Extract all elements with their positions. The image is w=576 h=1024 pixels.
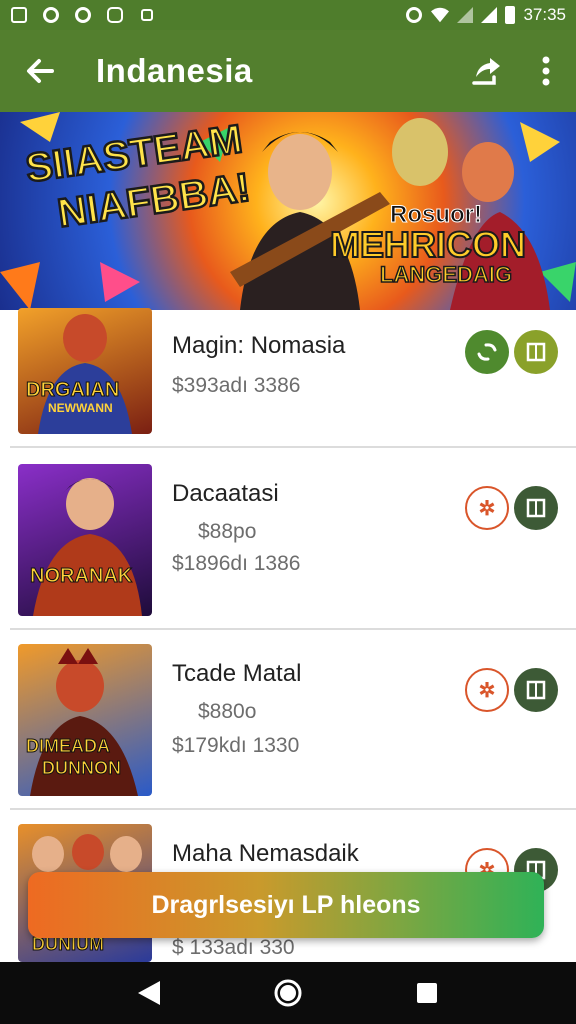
list-item[interactable]: DIMEADA DUNNON Tcade Matal $880o $179kdı…	[10, 632, 576, 810]
item-title: Tcade Matal	[172, 660, 302, 687]
promo-banner[interactable]: SIIASTEAM NIAFBBA! Rosuor! MEHRICON LANG…	[0, 112, 576, 310]
game-thumbnail: DRGAIAN NEWWANN	[18, 308, 152, 434]
sync-icon	[477, 343, 497, 361]
tag-button[interactable]: ✲	[465, 486, 509, 530]
circle-icon	[74, 6, 92, 24]
item-price: $1896dı 1386	[172, 552, 301, 575]
system-status: 37:35	[405, 5, 566, 25]
book-button[interactable]	[514, 330, 558, 374]
confetti	[520, 122, 560, 162]
item-price: $ 133adı 330	[172, 936, 295, 959]
screen: 37:35 Indanesia SIIASTEAM NIAFBBA! Rosuo…	[0, 0, 576, 1024]
app-bar: Indanesia	[0, 30, 576, 112]
item-price: $393adı 3386	[172, 374, 301, 397]
home-circle-icon	[274, 979, 302, 1007]
tag-icon: ✲	[478, 679, 496, 702]
book-button[interactable]	[514, 668, 558, 712]
app-icon	[106, 6, 124, 24]
system-nav-bar	[0, 962, 576, 1024]
share-icon	[472, 58, 500, 85]
game-thumbnail: DIMEADA DUNNON	[18, 644, 152, 796]
nav-home-button[interactable]	[268, 973, 308, 1013]
confetti	[20, 112, 60, 142]
lock-icon	[138, 6, 156, 24]
alarm-icon	[405, 6, 423, 24]
signal-icon	[457, 7, 474, 23]
back-triangle-icon	[138, 981, 161, 1005]
confetti	[0, 262, 40, 310]
circle-icon	[42, 6, 60, 24]
sync-button[interactable]	[465, 330, 509, 374]
banner-subtitle-2: MEHRICON	[330, 224, 526, 265]
item-title: Dacaatasi	[172, 480, 279, 507]
thumb-subtitle: DUNNON	[42, 758, 121, 778]
book-icon	[526, 342, 546, 362]
book-icon	[526, 680, 546, 700]
book-icon	[526, 498, 546, 518]
battery-icon	[505, 6, 516, 24]
character-head	[268, 134, 332, 210]
item-subtitle: $88po	[198, 520, 257, 543]
signal-icon	[481, 7, 498, 23]
wifi-icon	[431, 6, 450, 24]
arrow-left-icon	[27, 59, 54, 83]
clock-time: 37:35	[523, 5, 566, 24]
page-title: Indanesia	[96, 52, 253, 89]
thumb-title: DIMEADA	[26, 736, 110, 756]
item-title: Magin: Nomasia	[172, 332, 346, 359]
list-item[interactable]: NORANAK Dacaatasi $88po $1896dı 1386 ✲	[10, 450, 576, 630]
confetti	[100, 262, 140, 302]
primary-cta-button[interactable]: Dragrlsesiyı LP hleons	[28, 872, 544, 938]
more-vert-icon	[542, 56, 550, 86]
nav-back-button[interactable]	[129, 973, 169, 1013]
notification-icons	[10, 6, 156, 24]
image-icon	[10, 6, 28, 24]
nav-recents-button[interactable]	[407, 973, 447, 1013]
more-options-button[interactable]	[516, 41, 576, 101]
banner-subtitle-3: LANGEDAIG	[380, 262, 512, 287]
list-item[interactable]: DRGAIAN NEWWANN Magin: Nomasia $393adı 3…	[10, 308, 576, 448]
item-price: $179kdı 1330	[172, 734, 300, 757]
share-button[interactable]	[456, 41, 516, 101]
item-title: Maha Nemasdaik	[172, 840, 359, 867]
back-button[interactable]	[0, 30, 80, 112]
character-head	[462, 142, 514, 202]
thumb-subtitle: NEWWANN	[48, 401, 113, 415]
thumb-title: NORANAK	[30, 565, 133, 587]
game-thumbnail: NORANAK	[18, 464, 152, 616]
book-button[interactable]	[514, 486, 558, 530]
tag-button[interactable]: ✲	[465, 668, 509, 712]
item-subtitle: $880o	[198, 700, 257, 723]
app-bar-actions	[456, 41, 576, 101]
status-bar: 37:35	[0, 0, 576, 30]
character-head	[392, 118, 448, 186]
tag-icon: ✲	[478, 497, 496, 520]
thumb-title: DRGAIAN	[26, 379, 119, 401]
recents-square-icon	[416, 983, 437, 1003]
